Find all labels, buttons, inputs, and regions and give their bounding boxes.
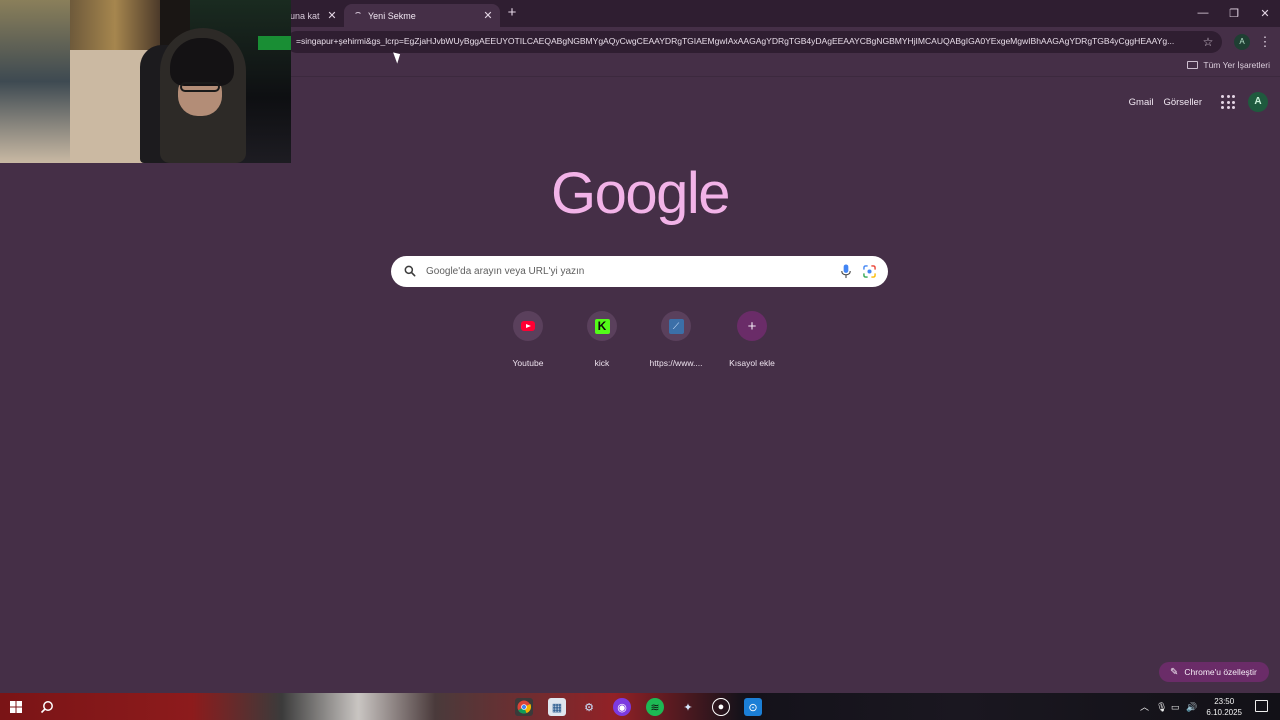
search-placeholder[interactable]: Google'da arayın veya URL'yi yazın [426, 266, 584, 277]
all-bookmarks-label: Tüm Yer İşaretleri [1203, 60, 1270, 70]
all-bookmarks-button[interactable]: Tüm Yer İşaretleri [1187, 60, 1270, 70]
spotify-icon[interactable]: ≋ [646, 698, 664, 716]
account-avatar[interactable]: A [1248, 92, 1268, 112]
shortcut-label: https://www.... [649, 358, 703, 368]
obs-icon[interactable]: ● [712, 698, 730, 716]
tab-previous[interactable]: una kat ✕ [288, 4, 344, 27]
close-icon[interactable]: ✕ [481, 9, 495, 23]
shortcut-tile[interactable] [513, 311, 543, 341]
clock-time: 23:50 [1214, 697, 1235, 706]
search-icon [404, 265, 416, 277]
app-icon[interactable]: ⊙ [744, 698, 762, 716]
steam-icon[interactable]: ⚙ [580, 698, 598, 716]
discord-icon[interactable]: ◉ [613, 698, 631, 716]
shortcut-label: Kısayol ekle [729, 358, 775, 368]
store-icon[interactable]: ▦ [548, 698, 566, 716]
restore-icon[interactable]: ❐ [1219, 4, 1249, 22]
windows-start-icon[interactable] [7, 698, 25, 716]
clock-date: 6.10.2025 [1206, 708, 1242, 717]
minimize-icon[interactable]: — [1188, 4, 1218, 22]
loading-spinner-icon [354, 11, 362, 20]
shortcut-site[interactable]: ⟋ https://www.... [636, 310, 716, 368]
search-box[interactable]: Google'da arayın veya URL'yi yazın [391, 256, 888, 287]
address-bar[interactable]: =singapur+şehirmi&gs_lcrp=EgZjaHJvbWUyBg… [286, 31, 1222, 53]
apps-grid-icon[interactable] [1218, 92, 1238, 112]
search-icon[interactable] [38, 698, 56, 716]
profile-avatar[interactable]: A [1234, 34, 1250, 50]
volume-icon[interactable]: 🔊 [1186, 701, 1197, 713]
tab-new-tab[interactable]: Yeni Sekme ✕ [344, 4, 500, 27]
tab-title: Yeni Sekme [368, 10, 416, 21]
shortcut-tile[interactable]: ⟋ [661, 311, 691, 341]
shortcut-tile[interactable]: K [587, 311, 617, 341]
url-text[interactable]: =singapur+şehirmi&gs_lcrp=EgZjaHJvbWUyBg… [296, 36, 1194, 46]
close-icon[interactable]: ✕ [325, 9, 339, 23]
microphone-icon[interactable] [840, 264, 852, 279]
shortcut-add[interactable]: + Kısayol ekle [712, 310, 792, 368]
windows-taskbar: ▦ ⚙ ◉ ≋ ✦ ● ⊙ ︿ 🎙 ▭ 🔊 23:50 6.10.2025 [0, 693, 1280, 720]
new-tab-button[interactable]: + [504, 5, 520, 21]
kick-icon: K [594, 318, 610, 334]
app-icon[interactable]: ✦ [679, 698, 697, 716]
shortcut-label: kick [594, 358, 610, 368]
webcam-person-glasses [180, 82, 220, 92]
youtube-icon [521, 321, 535, 331]
webcam-background-poster [0, 0, 70, 163]
pencil-icon: ✎ [1170, 666, 1179, 678]
system-clock[interactable]: 23:50 6.10.2025 [1206, 696, 1242, 718]
customize-chrome-label: Chrome'u özelleştir [1184, 667, 1257, 677]
microphone-icon[interactable]: 🎙 [1156, 701, 1167, 713]
chrome-icon[interactable] [515, 698, 533, 716]
webcam-person-hair [170, 38, 234, 86]
bookmark-star-icon[interactable]: ☆ [1200, 34, 1216, 50]
plus-icon[interactable]: + [737, 311, 767, 341]
images-link[interactable]: Görseller [1163, 97, 1202, 108]
gmail-link[interactable]: Gmail [1129, 97, 1154, 108]
network-icon[interactable]: ▭ [1171, 701, 1180, 713]
shortcuts-row: Youtube K kick ⟋ https://www.... + Kısay… [0, 310, 1280, 380]
shortcut-youtube[interactable]: Youtube [488, 310, 568, 368]
webcam-background-poster [70, 0, 160, 50]
shortcut-label: Youtube [512, 358, 544, 368]
site-icon: ⟋ [668, 318, 684, 334]
folder-icon [1187, 61, 1199, 69]
shortcut-kick[interactable]: K kick [562, 310, 642, 368]
customize-chrome-button[interactable]: ✎ Chrome'u özelleştir [1159, 662, 1269, 682]
ntp-top-links: Gmail Görseller A [1129, 92, 1268, 112]
notification-center-icon[interactable] [1255, 700, 1268, 712]
window-close-icon[interactable]: ✕ [1250, 4, 1280, 22]
tray-chevron-icon[interactable]: ︿ [1140, 701, 1149, 713]
more-menu-icon[interactable]: ⋮ [1258, 33, 1272, 51]
tab-title: una kat [290, 10, 320, 21]
google-logo: Google [550, 161, 731, 226]
webcam-overlay [0, 0, 291, 163]
google-lens-icon[interactable] [863, 265, 876, 278]
webcam-background-light [258, 36, 291, 50]
